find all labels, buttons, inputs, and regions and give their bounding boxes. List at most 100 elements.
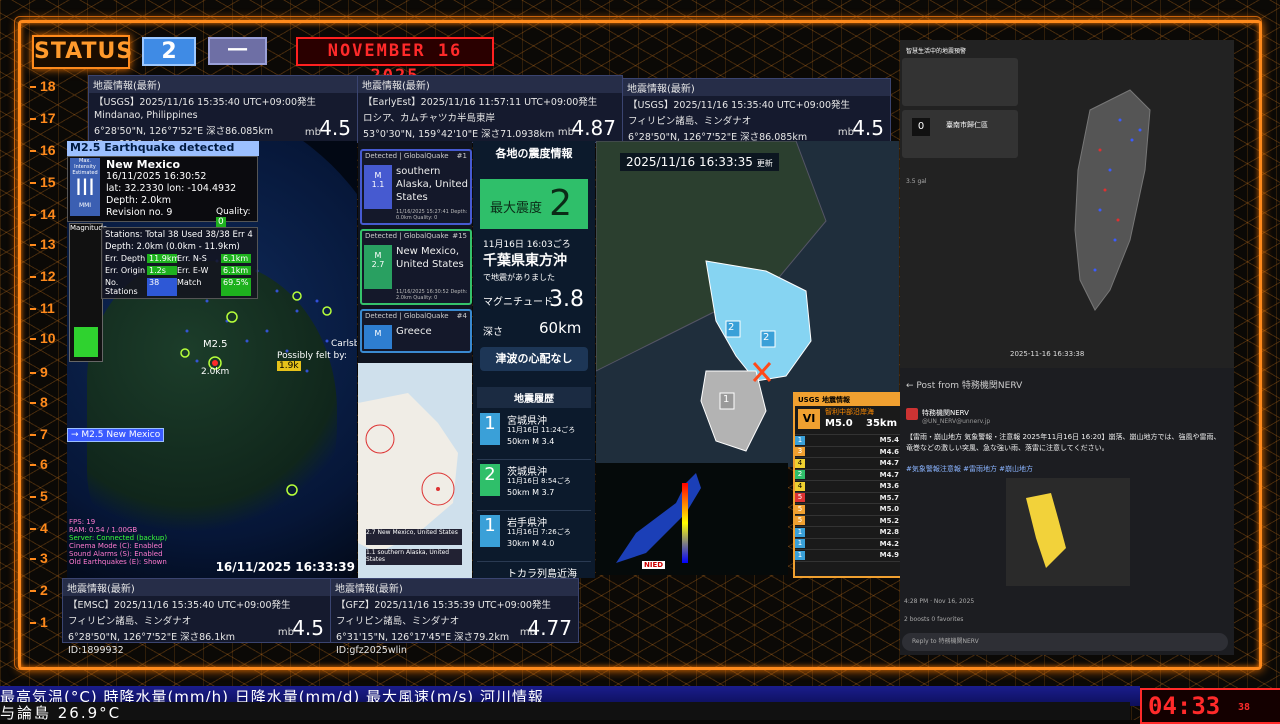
max-intensity-box: 最大震度 2 [480, 179, 588, 229]
pin-depth: 2.0km [201, 367, 230, 377]
card-source: 【EMSC】2025/11/16 15:35:40 UTC+09:00発生 [68, 600, 291, 611]
post-tags: #気象警報注意報 #雷雨地方 #崩山地方 [906, 465, 1034, 473]
map-card-new-mexico: 2.7 New Mexico, United States [366, 529, 462, 545]
post-image[interactable] [1006, 478, 1130, 586]
card-source: 【EarlyEst】2025/11/16 11:57:11 UTC+09:00発… [363, 97, 598, 108]
map-card-alaska: 1.1 southern Alaska, United States [366, 549, 462, 565]
usgs-box[interactable]: USGS 地震情報 VI 智利中部沿岸海 M5.0 35km 1 M5.4 3 M4… [793, 392, 903, 578]
eq-card-earlyest[interactable]: 地震情報(最新) 【EarlyEst】2025/11/16 11:57:11 U… [357, 75, 623, 153]
history-label: 地震履歴 [477, 387, 591, 408]
list-item: 1 M4.9 [795, 550, 901, 562]
jma-date: 11月16日 16:03ごろ [483, 240, 571, 250]
weather-ticker-2: 与論島 26.9°C [0, 702, 1130, 722]
nied-map [596, 463, 788, 575]
list-item: 5 M5.2 [795, 516, 901, 527]
list-item[interactable]: 2 茨城県沖 11月16日 8:54ごろ 50km M 3.7 [477, 460, 591, 511]
list-item: 4 M3.6 [795, 481, 901, 493]
post-text: 【雷雨・崩山地方 気象警報・注意報 2025年11月16日 16:20】崩落、崩… [906, 433, 1221, 452]
history-list[interactable]: 1 宮城県沖 11月16日 11:24ごろ 50km M 3.4 2 茨城県沖 … [477, 409, 591, 580]
taiwan-eew-panel[interactable]: 智慧生活中的地震預警 0 臺南市歸仁區 3.5 gal 2025-11-16 1… [900, 40, 1234, 368]
quake-list[interactable]: Detected | GlobalQuake #1 M 1.1 southern A… [358, 141, 472, 364]
card-source: 【USGS】2025/11/16 15:35:40 UTC+09:00発生 [628, 100, 851, 111]
card-title: 地震情報(最新) [623, 79, 890, 96]
post-header: ← Post from 特務機関NERV [906, 381, 1023, 391]
scale-label: 17 [30, 110, 80, 126]
event-tag[interactable]: → M2.5 New Mexico [67, 428, 165, 442]
list-item: 4 M4.7 [795, 458, 901, 470]
card-source: 【USGS】2025/11/16 15:35:40 UTC+09:00発生 [94, 97, 317, 108]
level-indicator-2: 一 [208, 37, 267, 65]
reply-input[interactable]: Reply to 特務機関NERV [902, 633, 1228, 651]
alert-time: 16/11/2025 16:30:52 [106, 171, 207, 182]
card-source: 【GFZ】2025/11/16 15:35:39 UTC+09:00発生 [336, 600, 551, 611]
list-item: 2 M4.7 [795, 470, 901, 481]
list-item: 1 M2.8 [795, 527, 901, 539]
jma-header: 各地の震度情報 [495, 147, 573, 160]
card-title: 地震情報(最新) [331, 579, 578, 596]
post-handle: @UN_NERV@unnerv.jp [922, 418, 991, 425]
card-id: ID:1899932 [68, 645, 124, 656]
alert-title: M2.5 Earthquake detected [67, 141, 259, 156]
eq-card-emsc[interactable]: 地震情報(最新) 【EMSC】2025/11/16 15:35:40 UTC+0… [62, 578, 331, 656]
intensity-marker: 2 [763, 332, 770, 343]
scale-label: 18 [30, 78, 80, 94]
card-place: Mindanao, Philippines [94, 110, 198, 121]
taiwan-timestamp: 2025-11-16 16:33:38 [1010, 350, 1085, 358]
alert-info: Max. Intensity Estimated III MMI New Mex… [67, 156, 258, 227]
card-place: フィリピン諸島、ミンダナオ [68, 616, 192, 627]
list-item: 1 M5.4 [795, 435, 901, 447]
nied-logo: NIED [642, 561, 666, 569]
eq-card-usgs[interactable]: 地震情報(最新) 【USGS】2025/11/16 15:35:40 UTC+0… [88, 75, 358, 150]
station-stats: Stations: Total 38 Used 38/38 Err 4 Dept… [101, 227, 258, 299]
map-graphic [358, 363, 472, 578]
jma-region: 千葉県東方沖 [483, 253, 567, 269]
post-stats: 2 boosts 0 favorites [904, 616, 964, 623]
level-indicator: 2 [142, 37, 196, 66]
alert-region: New Mexico [106, 158, 181, 171]
alert-revision: Revision no. 9 [106, 207, 173, 218]
pin-magnitude: M2.5 [203, 339, 228, 350]
list-item[interactable]: 1 宮城県沖 11月16日 11:24ごろ 50km M 3.4 [477, 409, 591, 460]
list-item[interactable]: Detected | GlobalQuake #1 M 1.1 southern A… [360, 149, 472, 225]
mag-label: マグニチュード [483, 297, 553, 308]
list-item: 5 M5.7 [795, 493, 901, 504]
list-item[interactable]: 1 岩手県沖 11月16日 7:26ごろ 30km M 4.0 [477, 511, 591, 562]
usgs-title: USGS 地震情報 [795, 394, 901, 406]
tsunami-badge: 津波の心配なし [480, 347, 588, 371]
list-item[interactable]: Detected | GlobalQuake #4 M Greece [360, 309, 472, 353]
depth-value: 60km [539, 319, 582, 337]
eq-card-gfz[interactable]: 地震情報(最新) 【GFZ】2025/11/16 15:35:39 UTC+09… [330, 578, 579, 656]
magnitude-bar: Magnitude [69, 223, 107, 362]
quality: Quality: 0 [216, 207, 251, 227]
digital-clock: 04:33 38 [1140, 688, 1280, 724]
list-item[interactable]: Detected | GlobalQuake #15 M 2.7 New Mexic… [360, 229, 472, 305]
globe-clock: 16/11/2025 16:33:39 [215, 560, 355, 574]
intensity-marker: 1 [723, 394, 730, 405]
list-item: 5 M5.0 [795, 504, 901, 516]
jma-panel: 各地の震度情報 最大震度 2 11月16日 16:03ごろ 千葉県東方沖 で地震… [473, 141, 595, 580]
jma-occurred: で地震がありました [483, 273, 555, 282]
taiwan-map [1074, 89, 1151, 311]
card-title: 地震情報(最新) [358, 76, 622, 93]
post-name: 特務機関NERV [922, 409, 969, 417]
intensity-box: Max. Intensity Estimated III MMI [70, 158, 100, 216]
card-place: フィリピン諸島、ミンダナオ [628, 116, 752, 127]
post-date: 4:28 PM · Nov 16, 2025 [904, 598, 975, 605]
carlsbad-label: Carlsbad: [331, 339, 357, 349]
mag-value: 3.8 [549, 287, 584, 312]
social-post-panel[interactable]: ← Post from 特務機関NERV 特務機関NERV @UN_NERV@u… [900, 368, 1234, 655]
avatar[interactable] [906, 408, 918, 420]
intensity-marker: 2 [728, 322, 735, 333]
world-map[interactable]: 2.7 New Mexico, United States 1.1 southe… [358, 363, 472, 578]
card-magnitude: 4.5 [852, 116, 884, 140]
nied-panel: NIED [596, 463, 788, 575]
card-magnitude: 4.87 [571, 116, 616, 140]
card-magnitude: 4.77 [527, 616, 572, 640]
card-magnitude: 4.5 [292, 616, 324, 640]
map-timestamp: 2025/11/16 16:33:35 更新 [620, 153, 779, 171]
eq-card-usgs-2[interactable]: 地震情報(最新) 【USGS】2025/11/16 15:35:40 UTC+0… [622, 78, 891, 156]
usgs-main: VI 智利中部沿岸海 M5.0 35km [795, 406, 901, 435]
alert-latlon: lat: 32.2330 lon: -104.4932 [106, 183, 237, 194]
card-magnitude: 4.5 [319, 116, 351, 140]
card-id: ID:gfz2025wlin [336, 645, 407, 656]
